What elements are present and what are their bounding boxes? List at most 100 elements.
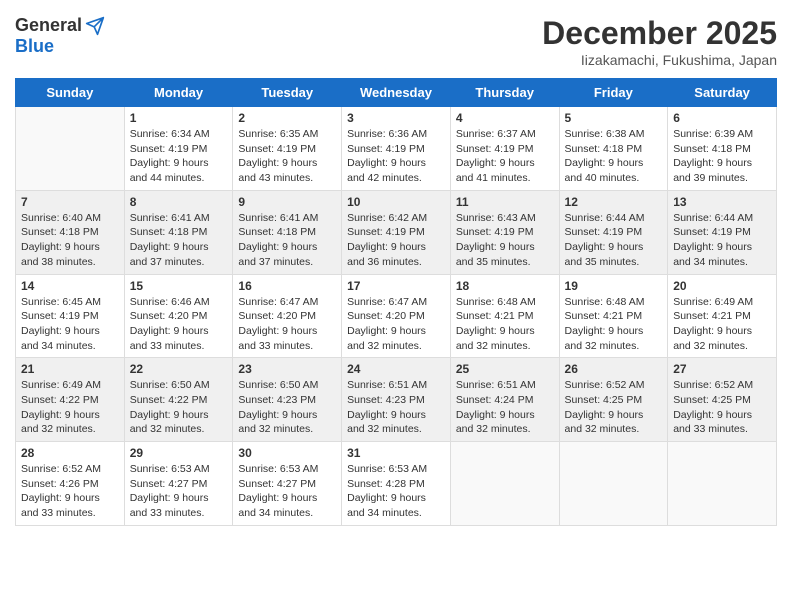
day-info: Sunrise: 6:39 AMSunset: 4:18 PMDaylight:… xyxy=(673,127,771,186)
day-info: Sunrise: 6:37 AMSunset: 4:19 PMDaylight:… xyxy=(456,127,554,186)
calendar-day-cell: 21 Sunrise: 6:49 AMSunset: 4:22 PMDayligh… xyxy=(16,358,125,442)
day-number: 29 xyxy=(130,446,228,460)
page-header: General Blue December 2025 Iizakamachi, … xyxy=(15,15,777,68)
logo-general-text: General xyxy=(15,15,82,36)
day-info: Sunrise: 6:52 AMSunset: 4:25 PMDaylight:… xyxy=(565,378,663,437)
day-number: 15 xyxy=(130,279,228,293)
calendar-day-cell: 17 Sunrise: 6:47 AMSunset: 4:20 PMDayligh… xyxy=(342,274,451,358)
day-of-week-header: Thursday xyxy=(450,79,559,107)
day-number: 25 xyxy=(456,362,554,376)
day-of-week-header: Wednesday xyxy=(342,79,451,107)
logo-bird-icon xyxy=(85,16,105,36)
calendar-week-row: 14Sunrise: 6:45 AMSunset: 4:19 PMDayligh… xyxy=(16,274,777,358)
calendar-day-cell: 2Sunrise: 6:35 AMSunset: 4:19 PMDaylight… xyxy=(233,107,342,191)
day-number: 28 xyxy=(21,446,119,460)
day-number: 20 xyxy=(673,279,771,293)
calendar-day-cell: 25 Sunrise: 6:51 AMSunset: 4:24 PMDayligh… xyxy=(450,358,559,442)
day-of-week-header: Monday xyxy=(124,79,233,107)
calendar-day-cell: 18 Sunrise: 6:48 AMSunset: 4:21 PMDayligh… xyxy=(450,274,559,358)
day-info: Sunrise: 6:51 AMSunset: 4:24 PMDaylight:… xyxy=(456,378,554,437)
day-number: 31 xyxy=(347,446,445,460)
day-info: Sunrise: 6:49 AMSunset: 4:21 PMDaylight:… xyxy=(673,295,771,354)
day-number: 9 xyxy=(238,195,336,209)
calendar-week-row: 7 Sunrise: 6:40 AMSunset: 4:18 PMDaylight… xyxy=(16,190,777,274)
calendar-day-cell: 1Sunrise: 6:34 AMSunset: 4:19 PMDaylight… xyxy=(124,107,233,191)
day-number: 17 xyxy=(347,279,445,293)
day-number: 27 xyxy=(673,362,771,376)
day-number: 5 xyxy=(565,111,663,125)
calendar-day-cell: 26 Sunrise: 6:52 AMSunset: 4:25 PMDayligh… xyxy=(559,358,668,442)
day-number: 24 xyxy=(347,362,445,376)
logo: General Blue xyxy=(15,15,105,57)
day-number: 26 xyxy=(565,362,663,376)
logo-blue-text: Blue xyxy=(15,36,54,57)
calendar-day-cell: 6 Sunrise: 6:39 AMSunset: 4:18 PMDaylight… xyxy=(668,107,777,191)
calendar-day-cell xyxy=(559,442,668,526)
calendar-day-cell: 29 Sunrise: 6:53 AMSunset: 4:27 PMDayligh… xyxy=(124,442,233,526)
day-info: Sunrise: 6:52 AMSunset: 4:26 PMDaylight:… xyxy=(21,462,119,521)
calendar-day-cell: 28 Sunrise: 6:52 AMSunset: 4:26 PMDayligh… xyxy=(16,442,125,526)
calendar-day-cell: 22Sunrise: 6:50 AMSunset: 4:22 PMDayligh… xyxy=(124,358,233,442)
day-info: Sunrise: 6:48 AMSunset: 4:21 PMDaylight:… xyxy=(565,295,663,354)
calendar-day-cell: 13Sunrise: 6:44 AMSunset: 4:19 PMDayligh… xyxy=(668,190,777,274)
day-number: 21 xyxy=(21,362,119,376)
location-text: Iizakamachi, Fukushima, Japan xyxy=(542,52,777,68)
calendar-day-cell: 14Sunrise: 6:45 AMSunset: 4:19 PMDayligh… xyxy=(16,274,125,358)
day-info: Sunrise: 6:45 AMSunset: 4:19 PMDaylight:… xyxy=(21,295,119,354)
day-of-week-header: Sunday xyxy=(16,79,125,107)
calendar-day-cell: 7 Sunrise: 6:40 AMSunset: 4:18 PMDaylight… xyxy=(16,190,125,274)
calendar-day-cell: 15 Sunrise: 6:46 AMSunset: 4:20 PMDayligh… xyxy=(124,274,233,358)
day-info: Sunrise: 6:40 AMSunset: 4:18 PMDaylight:… xyxy=(21,211,119,270)
day-number: 30 xyxy=(238,446,336,460)
day-number: 12 xyxy=(565,195,663,209)
calendar-day-cell: 9 Sunrise: 6:41 AMSunset: 4:18 PMDaylight… xyxy=(233,190,342,274)
day-info: Sunrise: 6:53 AMSunset: 4:27 PMDaylight:… xyxy=(130,462,228,521)
calendar-day-cell: 5 Sunrise: 6:38 AMSunset: 4:18 PMDaylight… xyxy=(559,107,668,191)
calendar-day-cell: 19Sunrise: 6:48 AMSunset: 4:21 PMDayligh… xyxy=(559,274,668,358)
calendar-day-cell: 12 Sunrise: 6:44 AMSunset: 4:19 PMDayligh… xyxy=(559,190,668,274)
day-of-week-header: Tuesday xyxy=(233,79,342,107)
calendar-day-cell: 24Sunrise: 6:51 AMSunset: 4:23 PMDayligh… xyxy=(342,358,451,442)
calendar-day-cell: 31 Sunrise: 6:53 AMSunset: 4:28 PMDayligh… xyxy=(342,442,451,526)
calendar-day-cell: 20 Sunrise: 6:49 AMSunset: 4:21 PMDayligh… xyxy=(668,274,777,358)
day-info: Sunrise: 6:44 AMSunset: 4:19 PMDaylight:… xyxy=(565,211,663,270)
title-section: December 2025 Iizakamachi, Fukushima, Ja… xyxy=(542,15,777,68)
day-info: Sunrise: 6:49 AMSunset: 4:22 PMDaylight:… xyxy=(21,378,119,437)
day-info: Sunrise: 6:43 AMSunset: 4:19 PMDaylight:… xyxy=(456,211,554,270)
day-number: 6 xyxy=(673,111,771,125)
calendar-day-cell: 8 Sunrise: 6:41 AMSunset: 4:18 PMDaylight… xyxy=(124,190,233,274)
calendar-day-cell: 11Sunrise: 6:43 AMSunset: 4:19 PMDayligh… xyxy=(450,190,559,274)
day-info: Sunrise: 6:46 AMSunset: 4:20 PMDaylight:… xyxy=(130,295,228,354)
day-info: Sunrise: 6:44 AMSunset: 4:19 PMDaylight:… xyxy=(673,211,771,270)
day-number: 1 xyxy=(130,111,228,125)
calendar-week-row: 28 Sunrise: 6:52 AMSunset: 4:26 PMDayligh… xyxy=(16,442,777,526)
calendar-day-cell: 4 Sunrise: 6:37 AMSunset: 4:19 PMDaylight… xyxy=(450,107,559,191)
day-info: Sunrise: 6:50 AMSunset: 4:23 PMDaylight:… xyxy=(238,378,336,437)
day-info: Sunrise: 6:47 AMSunset: 4:20 PMDaylight:… xyxy=(347,295,445,354)
calendar-day-cell: 3Sunrise: 6:36 AMSunset: 4:19 PMDaylight… xyxy=(342,107,451,191)
day-info: Sunrise: 6:41 AMSunset: 4:18 PMDaylight:… xyxy=(238,211,336,270)
day-info: Sunrise: 6:48 AMSunset: 4:21 PMDaylight:… xyxy=(456,295,554,354)
day-info: Sunrise: 6:38 AMSunset: 4:18 PMDaylight:… xyxy=(565,127,663,186)
day-info: Sunrise: 6:47 AMSunset: 4:20 PMDaylight:… xyxy=(238,295,336,354)
day-number: 7 xyxy=(21,195,119,209)
calendar-day-cell: 16Sunrise: 6:47 AMSunset: 4:20 PMDayligh… xyxy=(233,274,342,358)
calendar-week-row: 1Sunrise: 6:34 AMSunset: 4:19 PMDaylight… xyxy=(16,107,777,191)
day-number: 4 xyxy=(456,111,554,125)
calendar-week-row: 21 Sunrise: 6:49 AMSunset: 4:22 PMDayligh… xyxy=(16,358,777,442)
day-number: 10 xyxy=(347,195,445,209)
day-number: 18 xyxy=(456,279,554,293)
day-info: Sunrise: 6:53 AMSunset: 4:28 PMDaylight:… xyxy=(347,462,445,521)
day-number: 8 xyxy=(130,195,228,209)
day-info: Sunrise: 6:53 AMSunset: 4:27 PMDaylight:… xyxy=(238,462,336,521)
calendar-day-cell: 23Sunrise: 6:50 AMSunset: 4:23 PMDayligh… xyxy=(233,358,342,442)
calendar-day-cell xyxy=(668,442,777,526)
day-info: Sunrise: 6:42 AMSunset: 4:19 PMDaylight:… xyxy=(347,211,445,270)
calendar-day-cell xyxy=(450,442,559,526)
day-number: 22 xyxy=(130,362,228,376)
day-of-week-header: Friday xyxy=(559,79,668,107)
day-info: Sunrise: 6:35 AMSunset: 4:19 PMDaylight:… xyxy=(238,127,336,186)
day-info: Sunrise: 6:41 AMSunset: 4:18 PMDaylight:… xyxy=(130,211,228,270)
day-number: 3 xyxy=(347,111,445,125)
day-of-week-header: Saturday xyxy=(668,79,777,107)
